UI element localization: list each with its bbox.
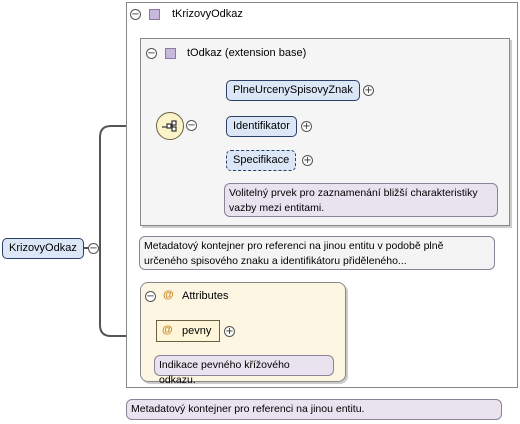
annotation-line: Metadatový kontejner pro referenci na ji… <box>131 403 365 415</box>
element-plne-urceny-spisovy-znak[interactable]: PlneUrcenySpisovyZnak <box>226 80 360 101</box>
root-collapse-toggle[interactable]: − <box>88 243 99 254</box>
element-identifikator[interactable]: Identifikator <box>226 116 297 137</box>
base-annotation: Metadatový kontejner pro referenci na ji… <box>139 236 495 270</box>
attribute-expand-toggle[interactable]: + <box>224 326 235 337</box>
attributes-label: Attributes <box>182 290 229 302</box>
annotation-line: vazby mezi entitami. <box>229 202 325 214</box>
root-annotation: Metadatový kontejner pro referenci na ji… <box>126 399 502 420</box>
attribute-annotation: Indikace pevného křížového odkazu. <box>154 355 334 386</box>
type-label: tKrizovyOdkaz <box>172 8 243 20</box>
sequence-icon <box>162 120 177 132</box>
attribute-label: pevny <box>182 325 212 337</box>
type-collapse-toggle[interactable]: − <box>130 9 141 20</box>
attribute-group-icon: @ <box>163 289 174 301</box>
annotation-line: Metadatový kontejner pro referenci na ji… <box>144 240 444 252</box>
base-collapse-toggle[interactable]: − <box>146 48 157 59</box>
annotation-line: Indikace pevného křížového odkazu. <box>159 359 290 386</box>
sequence-collapse-toggle[interactable]: − <box>186 120 197 131</box>
attributes-collapse-toggle[interactable]: − <box>145 291 156 302</box>
sequence-compositor[interactable] <box>156 112 184 140</box>
element-2-expand-toggle[interactable]: + <box>301 121 312 132</box>
annotation-line: Volitelný prvek pro zaznamenání bližší c… <box>229 187 478 199</box>
element-3-expand-toggle[interactable]: + <box>302 155 313 166</box>
element-specifikace[interactable]: Specifikace <box>226 150 297 171</box>
specifikace-annotation: Volitelný prvek pro zaznamenání bližší c… <box>224 183 498 217</box>
element-1-expand-toggle[interactable]: + <box>363 85 374 96</box>
annotation-line: určeného spisového znaku a identifikátor… <box>144 255 407 267</box>
base-type-icon <box>165 48 176 59</box>
attribute-icon: @ <box>162 324 173 336</box>
root-element-krizovy-odkaz[interactable]: KrizovyOdkaz <box>2 238 84 259</box>
base-label: tOdkaz (extension base) <box>187 47 307 59</box>
complex-type-icon <box>149 9 160 20</box>
